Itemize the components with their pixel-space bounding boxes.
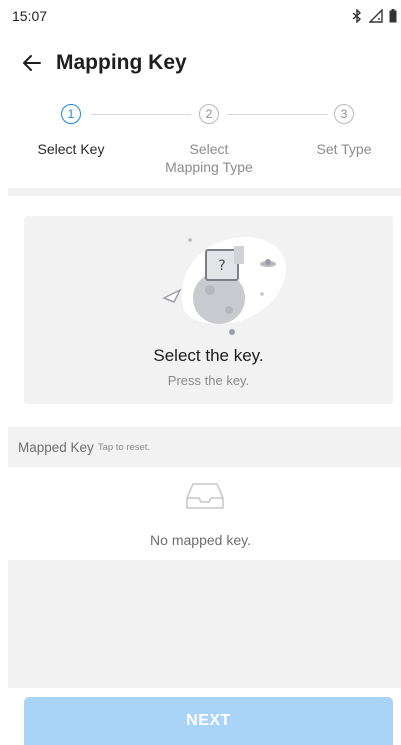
status-icons: [351, 9, 397, 23]
no-mapped-key-text: No mapped key.: [150, 532, 251, 548]
step-1-label: Select Key: [37, 141, 105, 157]
arrow-left-icon: [23, 55, 41, 71]
battery-icon: [389, 9, 397, 23]
signal-icon: [369, 9, 383, 23]
step-2-label: Select Mapping Type: [165, 141, 253, 175]
mapped-key-title: Mapped Key: [18, 439, 94, 455]
step-connector: [91, 114, 191, 115]
mapped-key-header[interactable]: Mapped Key Tap to reset.: [8, 427, 401, 467]
stepper: 1 2 3 Select Key Select Mapping Type Set …: [0, 104, 401, 184]
select-key-subtitle: Press the key.: [167, 373, 250, 388]
step-3-indicator: 3: [334, 104, 354, 124]
back-button[interactable]: [10, 41, 54, 85]
bluetooth-icon: [352, 9, 362, 23]
next-button[interactable]: NEXT: [24, 697, 393, 745]
mapped-key-list-area: [8, 560, 401, 688]
step-2-indicator: 2: [199, 104, 219, 124]
select-key-card: ? Select the key. Press the key.: [24, 216, 393, 404]
status-time: 15:07: [12, 8, 48, 24]
svg-text:?: ?: [218, 258, 225, 274]
question-moon-illustration: ?: [162, 236, 286, 335]
page-title: Mapping Key: [56, 51, 187, 74]
step-connector: [228, 114, 328, 115]
status-bar: 15:07: [0, 0, 401, 32]
step-1-indicator: 1: [61, 104, 81, 124]
step-3-label: Set Type: [316, 141, 372, 157]
empty-tray-icon: [186, 483, 224, 509]
mapped-key-reset-hint[interactable]: Tap to reset.: [98, 442, 150, 453]
app-bar: Mapping Key: [0, 40, 401, 86]
section-divider: [8, 188, 401, 196]
select-key-title: Select the key.: [153, 346, 264, 365]
